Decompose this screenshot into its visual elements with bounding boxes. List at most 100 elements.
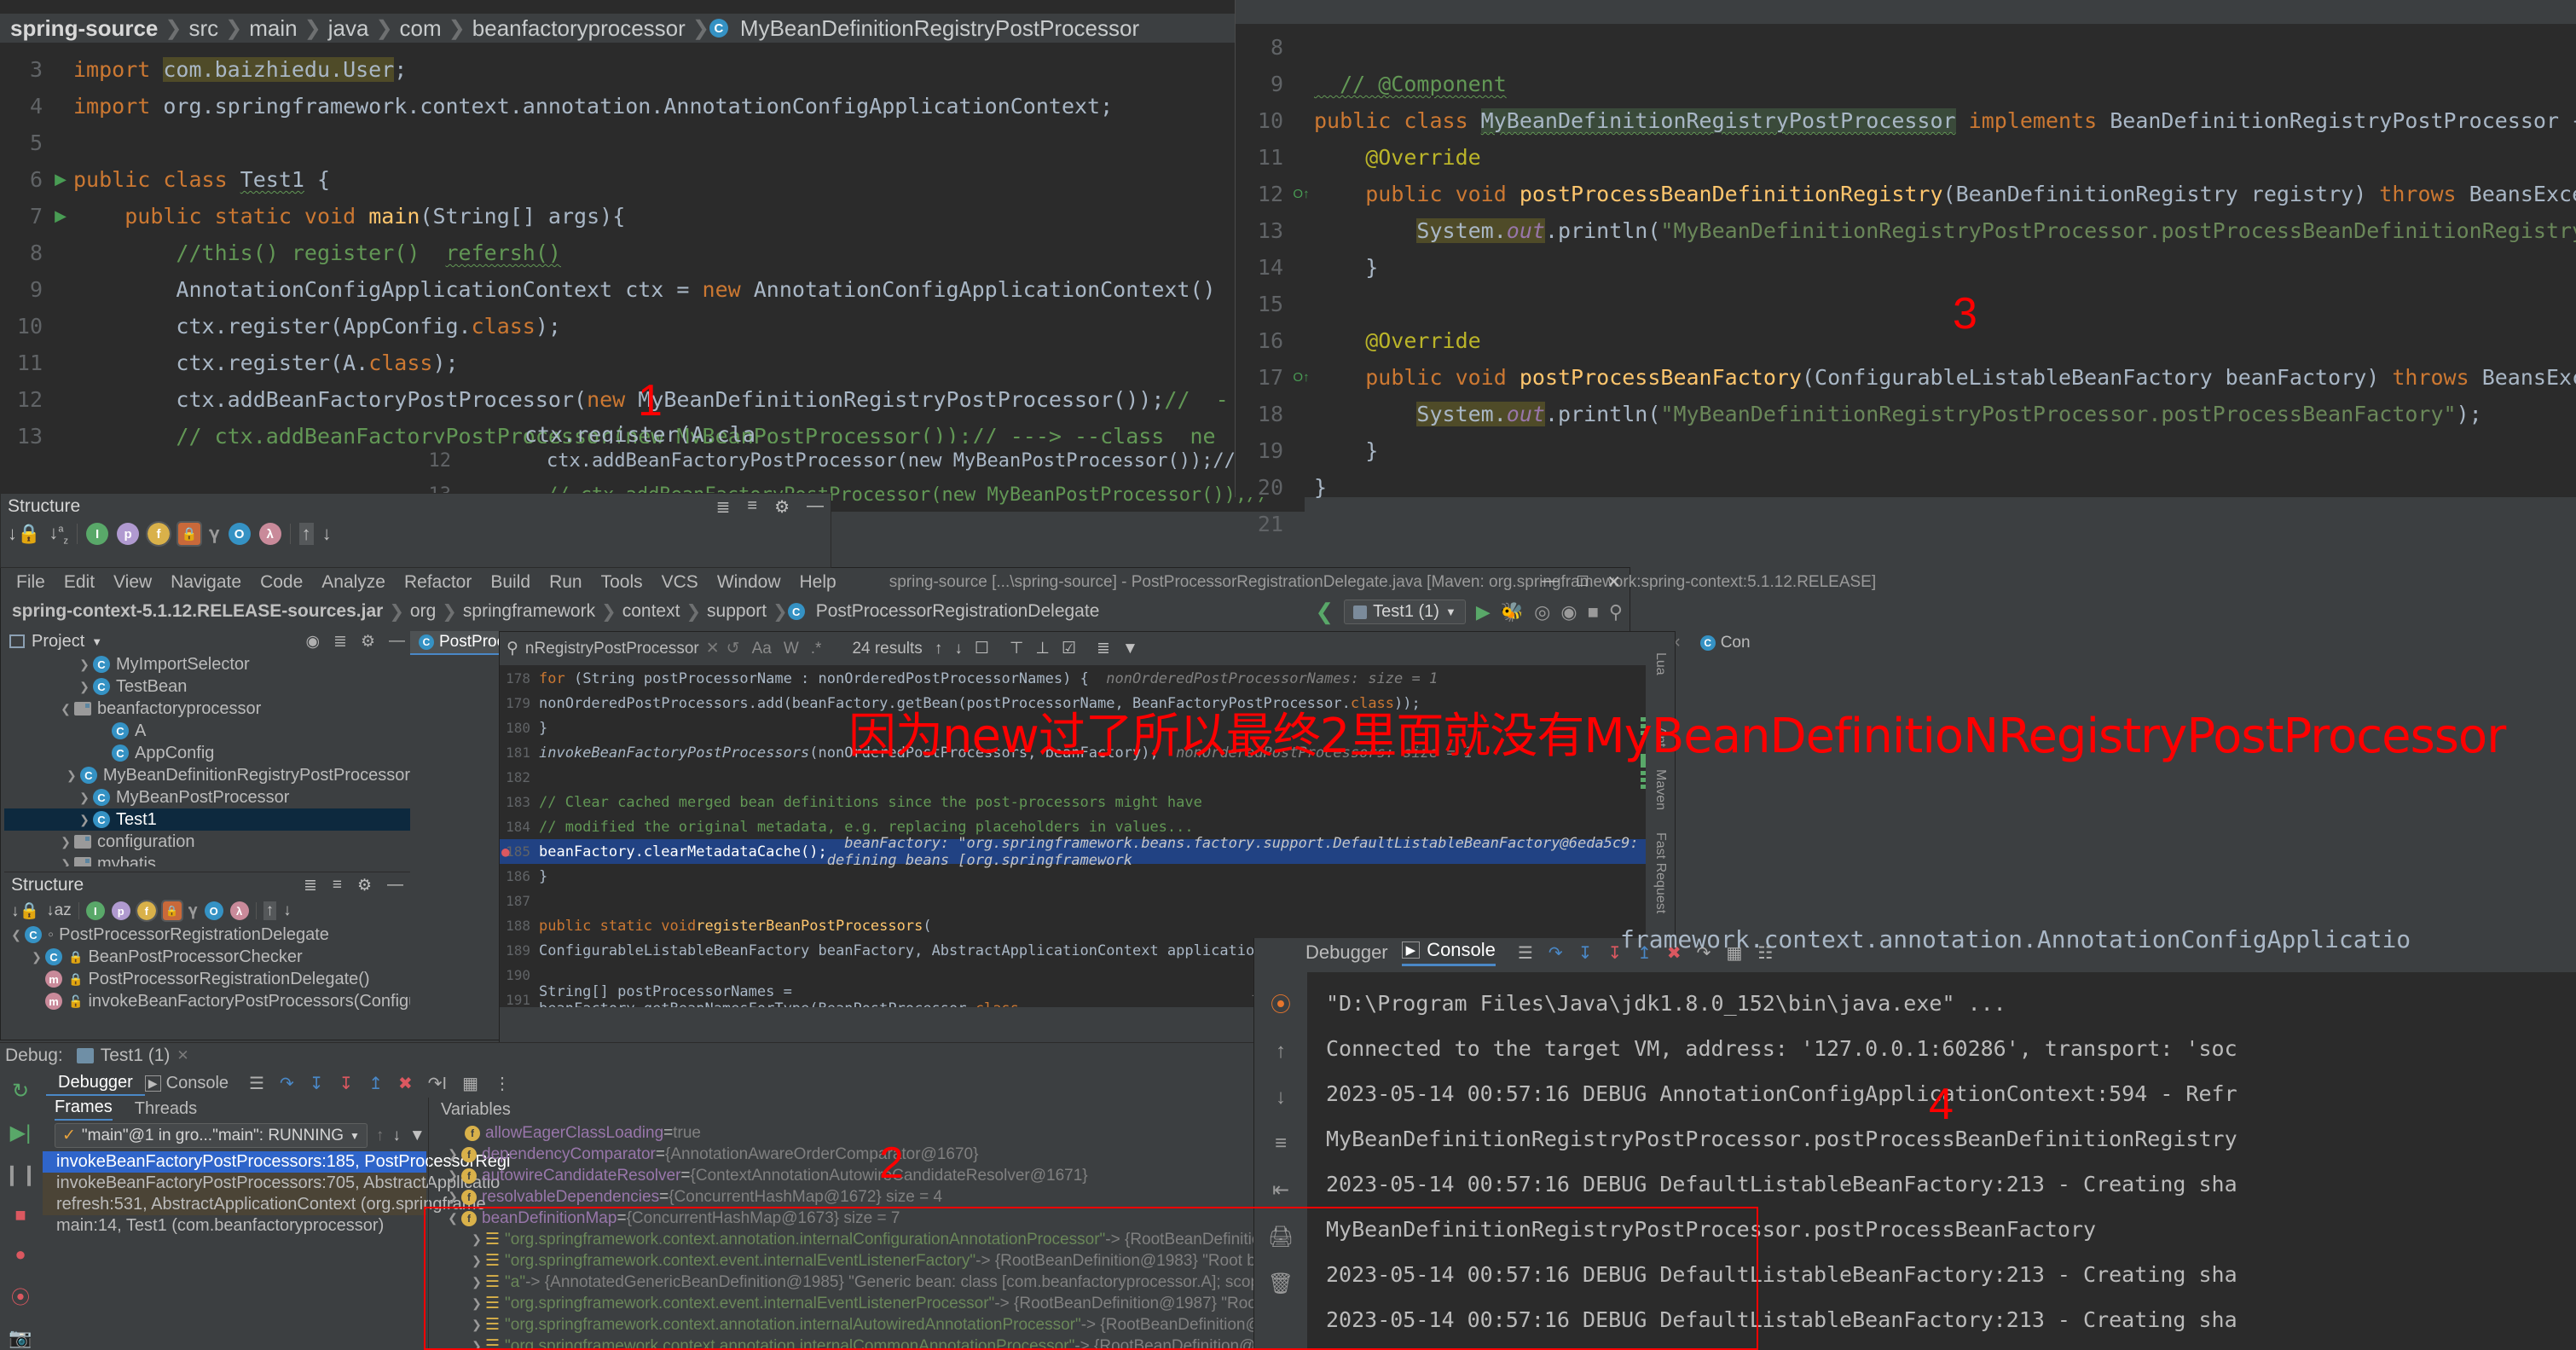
soft-wrap-icon[interactable]: ≡: [1275, 1132, 1287, 1156]
layout-settings-icon[interactable]: ☰: [249, 1073, 264, 1094]
rerun-icon[interactable]: ↻: [12, 1079, 29, 1104]
search-everywhere-icon[interactable]: ⚲: [1609, 601, 1623, 623]
thread-selector-row[interactable]: ✓ "main"@1 in gro..."main": RUNNING ▼ ↑ …: [43, 1120, 426, 1151]
breadcrumb-item-6[interactable]: MyBeanDefinitionRegistryPostProcessor: [733, 15, 1146, 42]
sort-by-visibility-icon[interactable]: ↓🔒: [8, 523, 40, 545]
breadcrumb-item-1[interactable]: src: [182, 15, 225, 42]
group-by-type-icon[interactable]: 𝛄: [209, 523, 220, 545]
nav-item-org[interactable]: org: [404, 601, 442, 622]
words-icon[interactable]: W: [784, 640, 799, 658]
menu-item-analyze[interactable]: Analyze: [321, 572, 385, 593]
structure-toolbar[interactable]: ↓🔒 ↓az I p f 🔒 𝛄 O λ ↑ ↓: [1, 519, 831, 548]
menu-item-view[interactable]: View: [113, 572, 152, 593]
step-into-icon[interactable]: ↧: [1578, 942, 1593, 964]
show-non-public-icon[interactable]: 🔒: [160, 900, 183, 922]
chevron-down-icon[interactable]: ▼: [1445, 605, 1456, 618]
step-into-icon[interactable]: ↧: [310, 1073, 324, 1094]
profile-button[interactable]: ◉: [1560, 601, 1577, 623]
chevron-right-icon[interactable]: ❯: [444, 1190, 461, 1204]
rail-item-maven[interactable]: Maven: [1653, 769, 1668, 810]
clear-icon[interactable]: ✕: [706, 639, 720, 658]
close-button[interactable]: ✕: [1606, 571, 1621, 593]
debug-action-rail[interactable]: ↻ ▶| ❙❙ ■ ● ⦿ 📷 ⚙: [0, 1070, 41, 1350]
chevron-right-icon[interactable]: ❯: [76, 791, 93, 805]
scroll-up-icon[interactable]: ↑: [1276, 1040, 1286, 1063]
gear-icon[interactable]: ⚙: [774, 496, 790, 518]
previous-match-icon[interactable]: ↑: [935, 640, 943, 658]
frame-row[interactable]: refresh:531, AbstractApplicationContext …: [43, 1194, 486, 1215]
collapse-all-icon[interactable]: ↓: [283, 901, 292, 920]
breadcrumb-item-4[interactable]: com: [393, 15, 449, 42]
chevron-down-icon[interactable]: ▼: [91, 635, 102, 648]
run-configuration-selector[interactable]: Test1 (1) ▼: [1344, 600, 1466, 624]
breadcrumb-item-3[interactable]: java: [321, 15, 376, 42]
show-lambdas-icon[interactable]: λ: [258, 523, 281, 545]
chevron-right-icon[interactable]: ❯: [76, 658, 93, 672]
step-over-icon[interactable]: ↷: [280, 1073, 294, 1094]
pause-icon[interactable]: ❙❙: [3, 1162, 38, 1187]
run-to-cursor-icon[interactable]: ↷I: [428, 1073, 447, 1094]
search-input-value[interactable]: nRegistryPostProcessor: [525, 640, 699, 658]
frames-subtabs[interactable]: Frames Threads: [43, 1098, 426, 1121]
project-panel-header[interactable]: Project ▼ ◉ ≣ ⚙ —: [4, 629, 410, 653]
history-icon[interactable]: ↺: [726, 639, 740, 658]
collapse-all-icon[interactable]: ↓: [322, 523, 332, 545]
preserve-case-icon[interactable]: ☑: [1062, 639, 1076, 658]
show-inherited-icon[interactable]: I: [85, 901, 105, 920]
stop-button[interactable]: ■: [1588, 601, 1599, 623]
window-controls[interactable]: — □ ✕: [1542, 571, 1621, 593]
frame-row[interactable]: invokeBeanFactoryPostProcessors:705, Abs…: [43, 1173, 500, 1194]
hide-icon[interactable]: —: [807, 496, 824, 518]
find-toolbar[interactable]: ⚲ nRegistryPostProcessor ✕ ↺ Aa W .* 24 …: [500, 632, 1675, 666]
sort-alphabetically-icon[interactable]: ↓az: [46, 901, 72, 920]
rail-item-lua[interactable]: Lua: [1653, 652, 1668, 675]
group-by-type-icon[interactable]: 𝛄: [188, 901, 198, 920]
move-up-icon[interactable]: ↑: [376, 1127, 385, 1145]
tree-item-testbean[interactable]: ❯ C TestBean: [4, 675, 410, 698]
chevron-right-icon[interactable]: ❯: [63, 768, 80, 783]
tree-item-myimportselector[interactable]: ❯ C MyImportSelector: [4, 653, 410, 675]
rail-item-fast-request[interactable]: Fast Request: [1653, 832, 1668, 913]
tree-item-test1[interactable]: ❯ C Test1: [4, 808, 410, 831]
show-non-public-icon[interactable]: 🔒: [177, 521, 203, 547]
editor-mybeandefinitionregistrypostprocessor[interactable]: 8 9 // @Component 10 public class MyBean…: [1235, 0, 2576, 536]
chevron-right-icon[interactable]: ❯: [57, 857, 74, 867]
camera-icon[interactable]: 📷: [9, 1327, 32, 1349]
show-fields-icon[interactable]: f: [135, 900, 158, 922]
override-gutter-icon[interactable]: O↑: [1288, 187, 1314, 201]
show-lambdas-icon[interactable]: λ: [229, 901, 249, 920]
scroll-from-source-icon[interactable]: ◉: [305, 632, 320, 652]
force-step-into-icon[interactable]: ↧: [339, 1073, 353, 1094]
menu-item-vcs[interactable]: VCS: [662, 572, 698, 593]
structure-tree[interactable]: ❮ C ◦ PostProcessorRegistrationDelegate …: [4, 924, 410, 1012]
tree-item-mybeanpostprocessor[interactable]: ❯ C MyBeanPostProcessor: [4, 786, 410, 808]
menu-item-build[interactable]: Build: [490, 572, 530, 593]
nav-item-jar[interactable]: spring-context-5.1.12.RELEASE-sources.ja…: [6, 601, 389, 622]
sort-by-visibility-icon[interactable]: ↓🔒: [11, 901, 39, 921]
filter-icon[interactable]: ▼: [409, 1127, 425, 1145]
menu-item-refactor[interactable]: Refactor: [404, 572, 472, 593]
show-properties-icon[interactable]: p: [117, 523, 140, 545]
show-anonymous-icon[interactable]: O: [228, 523, 251, 545]
debug-tab-strip[interactable]: Debugger ▶ Console ☰ ↷ ↧ ↧ ↥ ✖ ↷I ▦ ⋮: [43, 1070, 1322, 1096]
show-properties-icon[interactable]: p: [111, 901, 130, 920]
structure-toolbar[interactable]: ↓🔒 ↓az I p f 🔒 𝛄 O λ ↑ ↓: [4, 898, 410, 924]
tree-item-beanfactoryprocessor[interactable]: ❮ beanfactoryprocessor: [4, 698, 410, 720]
project-panel[interactable]: Project ▼ ◉ ≣ ⚙ — ❯ C MyImportSelector ❯…: [4, 629, 410, 866]
scroll-to-end-icon[interactable]: ⇤: [1272, 1178, 1289, 1202]
resume-program-icon[interactable]: ▶|: [10, 1121, 32, 1145]
in-selection-icon[interactable]: ⊤: [1010, 639, 1024, 658]
drop-frame-icon[interactable]: ✖: [398, 1073, 413, 1094]
tree-item-mybeandefinitionregistrypostprocessor[interactable]: ❯ C MyBeanDefinitionRegistryPostProcesso…: [4, 764, 410, 786]
show-fields-icon[interactable]: f: [146, 521, 172, 547]
step-out-icon[interactable]: ↥: [368, 1073, 383, 1094]
tree-item-a[interactable]: C A: [4, 720, 410, 742]
show-anonymous-icon[interactable]: O: [204, 901, 223, 920]
tree-item-configuration[interactable]: ❯ configuration: [4, 831, 410, 853]
menu-item-edit[interactable]: Edit: [64, 572, 95, 593]
nav-item-springframework[interactable]: springframework: [457, 601, 601, 622]
run-button[interactable]: ▶: [1476, 601, 1491, 623]
nav-item-support[interactable]: support: [701, 601, 773, 622]
tab-con[interactable]: C Con: [1692, 631, 1761, 655]
variable-row[interactable]: ❯ f autowireCandidateResolver = {Context…: [429, 1165, 1322, 1186]
